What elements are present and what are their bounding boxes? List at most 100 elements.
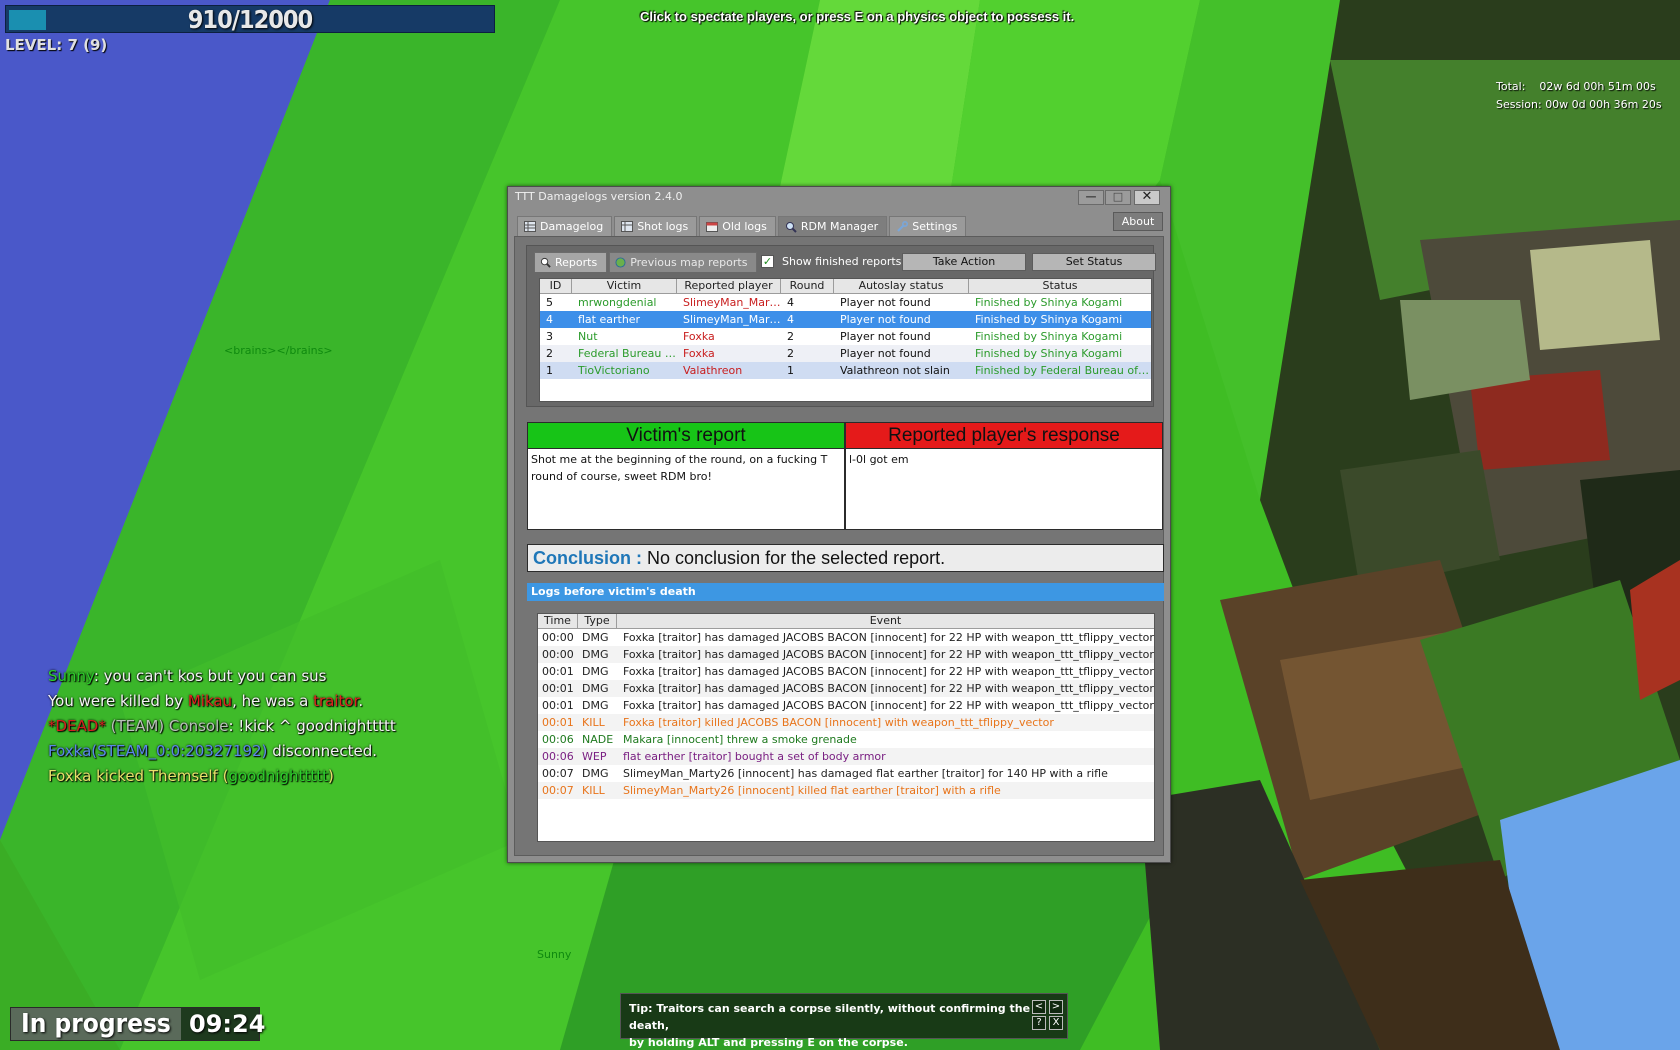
minimize-button[interactable]: — xyxy=(1078,190,1104,205)
log-row[interactable]: 00:06 NADE Makara [innocent] threw a smoke… xyxy=(538,731,1154,748)
report-cell-round: 4 xyxy=(787,313,794,326)
close-button[interactable]: ✕ xyxy=(1134,190,1160,205)
report-cell-reported: SlimeyMan_Marty26 xyxy=(683,296,781,309)
chat-segment: Sunny xyxy=(48,667,94,685)
report-row[interactable]: 2 Federal Bureau of… Foxka 2 Player not foun… xyxy=(540,345,1151,362)
conclusion-bar: Conclusion : No conclusion for the selec… xyxy=(527,544,1164,572)
column-id[interactable]: ID xyxy=(540,279,572,293)
report-cell-round: 2 xyxy=(787,347,794,360)
log-cell-type: KILL xyxy=(582,716,605,729)
log-row[interactable]: 00:00 DMG Foxka [traitor] has damaged JACO… xyxy=(538,646,1154,663)
tip-help-button[interactable]: ? xyxy=(1032,1016,1046,1030)
tip-next-button[interactable]: > xyxy=(1049,1000,1063,1014)
player-tag-sunny: Sunny xyxy=(537,948,572,961)
tab-rdm-manager[interactable]: RDM Manager xyxy=(777,216,888,236)
chat-segment: Mikau xyxy=(187,692,233,710)
victim-report-box: Victim's report Shot me at the beginning… xyxy=(527,422,845,530)
column-time[interactable]: Time xyxy=(538,614,578,628)
log-cell-event: SlimeyMan_Marty26 [innocent] killed flat… xyxy=(623,784,1001,797)
tip-close-button[interactable]: X xyxy=(1049,1016,1063,1030)
tab-damagelog[interactable]: Damagelog xyxy=(517,216,613,236)
maximize-button[interactable]: □ xyxy=(1105,190,1131,205)
report-cell-status: Finished by Shinya Kogami xyxy=(975,296,1123,309)
log-cell-time: 00:06 xyxy=(542,733,574,746)
log-cell-time: 00:07 xyxy=(542,767,574,780)
log-row[interactable]: 00:01 DMG Foxka [traitor] has damaged JACO… xyxy=(538,663,1154,680)
set-status-button[interactable]: Set Status xyxy=(1032,253,1156,271)
about-button[interactable]: About xyxy=(1113,212,1163,231)
column-autoslay-status[interactable]: Autoslay status xyxy=(834,279,969,293)
globe-icon xyxy=(615,257,626,268)
log-cell-time: 00:07 xyxy=(542,784,574,797)
log-row[interactable]: 00:01 DMG Foxka [traitor] has damaged JACO… xyxy=(538,680,1154,697)
report-cell-autoslay: Valathreon not slain xyxy=(840,364,950,377)
log-cell-type: DMG xyxy=(582,665,609,678)
take-action-button[interactable]: Take Action xyxy=(902,253,1026,271)
reports-table-header: ID Victim Reported player Round Autoslay… xyxy=(540,279,1151,294)
column-reported-player[interactable]: Reported player xyxy=(677,279,781,293)
calendar-icon xyxy=(706,222,719,232)
report-cell-id: 5 xyxy=(546,296,553,309)
chat-line: Sunny: you can't kos but you can sus xyxy=(48,664,396,689)
response-title: Reported player's response xyxy=(846,423,1162,449)
column-event[interactable]: Event xyxy=(617,614,1154,628)
tab-previous-map-reports[interactable]: Previous map reports xyxy=(609,252,758,272)
log-cell-time: 00:01 xyxy=(542,716,574,729)
chat-segment: , he was a xyxy=(232,692,314,710)
log-cell-event: Foxka [traitor] killed JACOBS BACON [inn… xyxy=(623,716,1054,729)
log-row[interactable]: 00:07 DMG SlimeyMan_Marty26 [innocent] has… xyxy=(538,765,1154,782)
log-cell-time: 00:00 xyxy=(542,631,574,644)
chat-segment: ) xyxy=(327,767,334,785)
log-cell-type: DMG xyxy=(582,648,609,661)
column-round[interactable]: Round xyxy=(781,279,834,293)
report-row[interactable]: 3 Nut Foxka 2 Player not found Finished by Sh… xyxy=(540,328,1151,345)
log-row[interactable]: 00:00 DMG Foxka [traitor] has damaged JACO… xyxy=(538,629,1154,646)
chat-line: *DEAD* (TEAM) Console: !kick ^ goodnight… xyxy=(48,714,396,739)
round-timer: 09:24 xyxy=(189,1010,266,1038)
level-text: LEVEL: 7 (9) xyxy=(5,36,108,54)
chat-segment: Foxka kicked Themself ( xyxy=(48,767,229,785)
tab-old-logs[interactable]: Old logs xyxy=(699,216,776,236)
report-cell-victim: mrwongdenial xyxy=(578,296,657,309)
log-row[interactable]: 00:07 KILL SlimeyMan_Marty26 [innocent] ki… xyxy=(538,782,1154,799)
tip-prev-button[interactable]: < xyxy=(1032,1000,1046,1014)
log-cell-time: 00:01 xyxy=(542,699,574,712)
report-cell-reported: Foxka xyxy=(683,347,715,360)
round-status: In progress 09:24 xyxy=(10,1007,265,1041)
tab-reports[interactable]: Reports xyxy=(534,252,608,272)
victim-report-title: Victim's report xyxy=(528,423,844,449)
log-cell-type: WEP xyxy=(582,750,607,763)
report-row[interactable]: 4 flat earther SlimeyMan_Marty26 4 Player no… xyxy=(540,311,1151,328)
about-label: About xyxy=(1121,215,1155,228)
logs-table-header: Time Type Event xyxy=(538,614,1154,629)
victim-report-text: Shot me at the beginning of the round, o… xyxy=(531,453,828,483)
playtime-panel: Total: 02w 6d 00h 51m 00s Session: 00w 0… xyxy=(1496,78,1662,114)
xp-text: 910/12000 xyxy=(187,5,313,34)
chat-log: Sunny: you can't kos but you can sus You … xyxy=(48,664,396,789)
log-row[interactable]: 00:06 WEP flat earther [traitor] bought a … xyxy=(538,748,1154,765)
column-type[interactable]: Type xyxy=(578,614,617,628)
tab-shot-logs[interactable]: Shot logs xyxy=(614,216,698,236)
log-row[interactable]: 00:01 KILL Foxka [traitor] killed JACOBS B… xyxy=(538,714,1154,731)
column-victim[interactable]: Victim xyxy=(572,279,677,293)
column-status[interactable]: Status xyxy=(969,279,1151,293)
chat-segment: : !kick ^ goodnighttttt xyxy=(228,717,396,735)
report-row[interactable]: 5 mrwongdenial SlimeyMan_Marty26 4 Player no… xyxy=(540,294,1151,311)
show-finished-checkbox[interactable]: ✓ xyxy=(761,255,774,268)
report-cell-reported: Valathreon xyxy=(683,364,743,377)
report-cell-reported: SlimeyMan_Marty26 xyxy=(683,313,781,326)
log-cell-type: DMG xyxy=(582,682,609,695)
main-tabs: Damagelog Shot logs Old logs RDM Manager… xyxy=(517,216,967,236)
report-cell-status: Finished by Shinya Kogami xyxy=(975,347,1123,360)
show-finished-toggle[interactable]: ✓ Show finished reports xyxy=(761,255,901,268)
report-row[interactable]: 1 TioVictoriano Valathreon 1 Valathreon not … xyxy=(540,362,1151,379)
chat-segment: disconnected. xyxy=(267,742,378,760)
table-icon xyxy=(524,221,536,232)
spectate-hint: Click to spectate players, or press E on… xyxy=(640,9,1075,24)
tip-line-2: by holding ALT and pressing E on the cor… xyxy=(629,1036,908,1049)
log-row[interactable]: 00:01 DMG Foxka [traitor] has damaged JACO… xyxy=(538,697,1154,714)
tab-settings[interactable]: Settings xyxy=(889,216,967,236)
player-tag-brains: <brains></brains> xyxy=(224,344,333,357)
log-cell-time: 00:01 xyxy=(542,682,574,695)
chat-segment: You were killed by xyxy=(48,692,188,710)
